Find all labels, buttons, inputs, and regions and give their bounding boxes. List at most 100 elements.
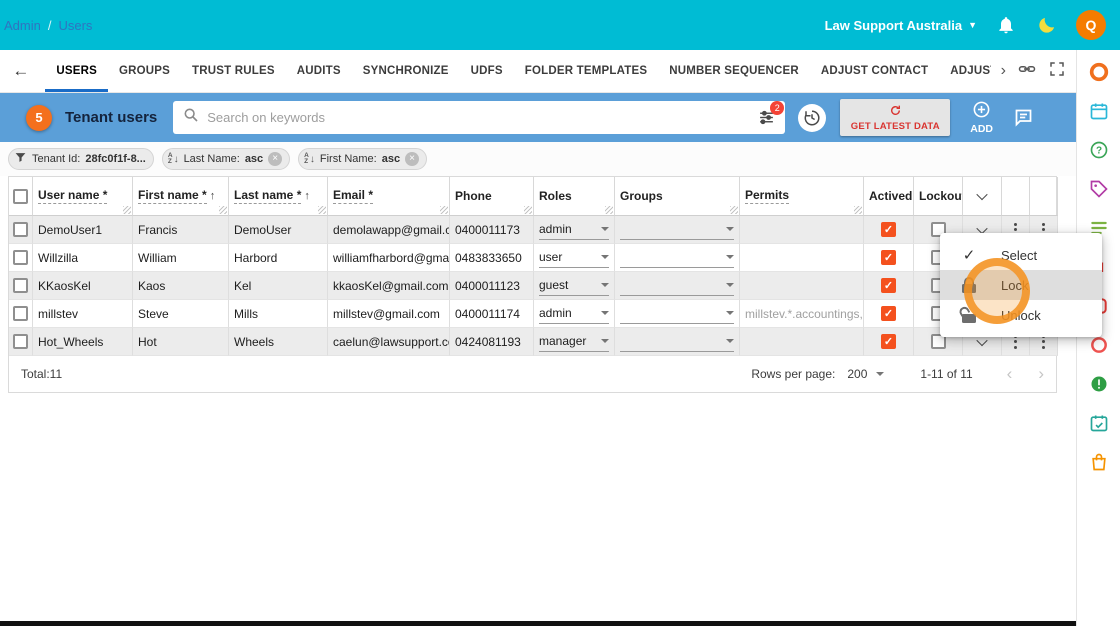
col-user-name[interactable]: User name *: [33, 177, 133, 216]
prev-page-icon[interactable]: ‹: [1007, 364, 1013, 384]
menu-item-unlock[interactable]: Unlock: [940, 300, 1102, 330]
group-select[interactable]: [620, 331, 734, 352]
filter-chip-first-name-sort[interactable]: A Z ↓ First Name: asc ×: [298, 148, 428, 170]
get-latest-data-button[interactable]: GET LATEST DATA: [840, 99, 951, 136]
chevron-down-icon: [726, 283, 734, 287]
record-target-icon[interactable]: [1087, 60, 1111, 84]
breadcrumb-users[interactable]: Users: [58, 18, 92, 33]
group-select[interactable]: [620, 303, 734, 324]
group-select[interactable]: [620, 275, 734, 296]
tab-udfs[interactable]: UDFS: [460, 50, 514, 92]
feedback-chat-icon[interactable]: [1013, 107, 1034, 128]
chevron-down-icon: [726, 339, 734, 343]
table-row[interactable]: Hot_Wheels Hot Wheels caelun@lawsupport.…: [9, 328, 1058, 356]
breadcrumb-admin[interactable]: Admin: [4, 18, 41, 33]
actived-checkbox[interactable]: ✓: [881, 250, 896, 265]
calendar-icon[interactable]: [1087, 99, 1111, 123]
table-row[interactable]: millstev Steve Mills millstev@gmail.com …: [9, 300, 1058, 328]
sort-asc-icon[interactable]: ↑: [304, 190, 310, 202]
tabs-bar-icons: ›: [1001, 60, 1076, 83]
col-roles[interactable]: Roles: [534, 177, 615, 216]
col-groups[interactable]: Groups: [615, 177, 740, 216]
tab-groups[interactable]: GROUPS: [108, 50, 181, 92]
history-restore-icon[interactable]: [798, 103, 827, 132]
cell-user-name: Hot_Wheels: [33, 328, 133, 356]
group-select[interactable]: [620, 219, 734, 240]
role-select[interactable]: admin: [539, 219, 609, 240]
tab-audits[interactable]: AUDITS: [286, 50, 352, 92]
cell-user-name: Willzilla: [33, 244, 133, 272]
actived-checkbox[interactable]: ✓: [881, 222, 896, 237]
notifications-bell-icon[interactable]: [994, 13, 1018, 37]
tab-adjust-employee[interactable]: ADJUST EMPLOYEE: [939, 50, 991, 92]
row-checkbox[interactable]: [13, 222, 28, 237]
actived-checkbox[interactable]: ✓: [881, 278, 896, 293]
role-select[interactable]: guest: [539, 275, 609, 296]
row-checkbox[interactable]: [13, 306, 28, 321]
tab-adjust-contact[interactable]: ADJUST CONTACT: [810, 50, 939, 92]
total-count: Total:11: [21, 367, 63, 381]
alert-icon[interactable]: [1087, 372, 1111, 396]
menu-item-select[interactable]: ✓ Select: [940, 240, 1102, 270]
tag-icon[interactable]: [1087, 177, 1111, 201]
filter-chip-tenant-id[interactable]: Tenant Id: 28fc0f1f-8...: [8, 148, 154, 170]
role-select[interactable]: admin: [539, 303, 609, 324]
active-filters-bar: Tenant Id: 28fc0f1f-8... A Z ↓ Last Name: as…: [0, 142, 1076, 176]
dark-mode-moon-icon[interactable]: [1035, 13, 1059, 37]
user-avatar[interactable]: Q: [1076, 10, 1106, 40]
tabs-scroll-right-icon[interactable]: ›: [1001, 62, 1006, 80]
menu-item-label: Lock: [1001, 277, 1029, 293]
fullscreen-icon[interactable]: [1048, 60, 1066, 83]
cell-email: millstev@gmail.com: [328, 300, 450, 328]
cell-phone: 0400011123: [450, 272, 534, 300]
col-permits[interactable]: Permits: [740, 177, 864, 216]
row-checkbox[interactable]: [13, 278, 28, 293]
close-icon[interactable]: ×: [268, 152, 283, 166]
chevron-down-icon: [726, 255, 734, 259]
chevron-down-icon[interactable]: [976, 188, 988, 201]
col-email[interactable]: Email *: [328, 177, 450, 216]
table-row[interactable]: KKaosKel Kaos Kel kkaosKel@gmail.com 040…: [9, 272, 1058, 300]
col-phone[interactable]: Phone: [450, 177, 534, 216]
tab-users[interactable]: USERS: [45, 50, 108, 92]
actived-checkbox[interactable]: ✓: [881, 334, 896, 349]
actived-checkbox[interactable]: ✓: [881, 306, 896, 321]
search-input[interactable]: [207, 110, 751, 125]
tab-number-sequencer[interactable]: NUMBER SEQUENCER: [658, 50, 810, 92]
tenant-selector[interactable]: Law Support Australia ▼: [825, 18, 977, 33]
link-icon[interactable]: [1018, 60, 1036, 83]
step-badge: 5: [26, 104, 52, 131]
sort-asc-icon[interactable]: ↑: [210, 190, 216, 202]
shopping-bag-icon[interactable]: [1087, 450, 1111, 474]
menu-item-label: Unlock: [1001, 307, 1041, 323]
row-checkbox[interactable]: [13, 250, 28, 265]
tab-trust-rules[interactable]: TRUST RULES: [181, 50, 286, 92]
cell-permits: [740, 328, 864, 356]
filter-tune-icon[interactable]: 2: [758, 101, 785, 126]
tab-synchronize[interactable]: SYNCHRONIZE: [352, 50, 460, 92]
table-row[interactable]: Willzilla William Harbord williamfharbor…: [9, 244, 1058, 272]
back-arrow-icon[interactable]: ←: [12, 61, 29, 81]
close-icon[interactable]: ×: [405, 152, 420, 166]
filter-chip-last-name-sort[interactable]: A Z ↓ Last Name: asc ×: [161, 148, 291, 170]
role-select[interactable]: user: [539, 247, 609, 268]
col-actived[interactable]: Actived: [864, 177, 914, 216]
calendar-check-icon[interactable]: [1087, 411, 1111, 435]
group-select[interactable]: [620, 247, 734, 268]
row-checkbox[interactable]: [13, 334, 28, 349]
help-icon[interactable]: ?: [1087, 138, 1111, 162]
menu-item-lock[interactable]: Lock: [940, 270, 1102, 300]
app-screen: Admin / Users Law Support Australia ▼ Q …: [0, 0, 1120, 626]
col-last-name[interactable]: Last name * ↑: [229, 177, 328, 216]
table-row[interactable]: DemoUser1 Francis DemoUser demolawapp@gm…: [9, 216, 1058, 244]
tenant-name: Law Support Australia: [824, 17, 963, 33]
tab-folder-templates[interactable]: FOLDER TEMPLATES: [514, 50, 658, 92]
col-first-name[interactable]: First name * ↑: [133, 177, 229, 216]
rows-per-page-select[interactable]: 200: [847, 367, 885, 381]
role-select[interactable]: manager: [539, 331, 609, 352]
next-page-icon[interactable]: ›: [1038, 364, 1044, 384]
add-button[interactable]: ADD: [970, 100, 993, 135]
select-all-checkbox[interactable]: [13, 188, 28, 204]
tabs-strip: USERS GROUPS TRUST RULES AUDITS SYNCHRON…: [45, 50, 991, 92]
col-lockout[interactable]: Lockout: [914, 177, 963, 216]
